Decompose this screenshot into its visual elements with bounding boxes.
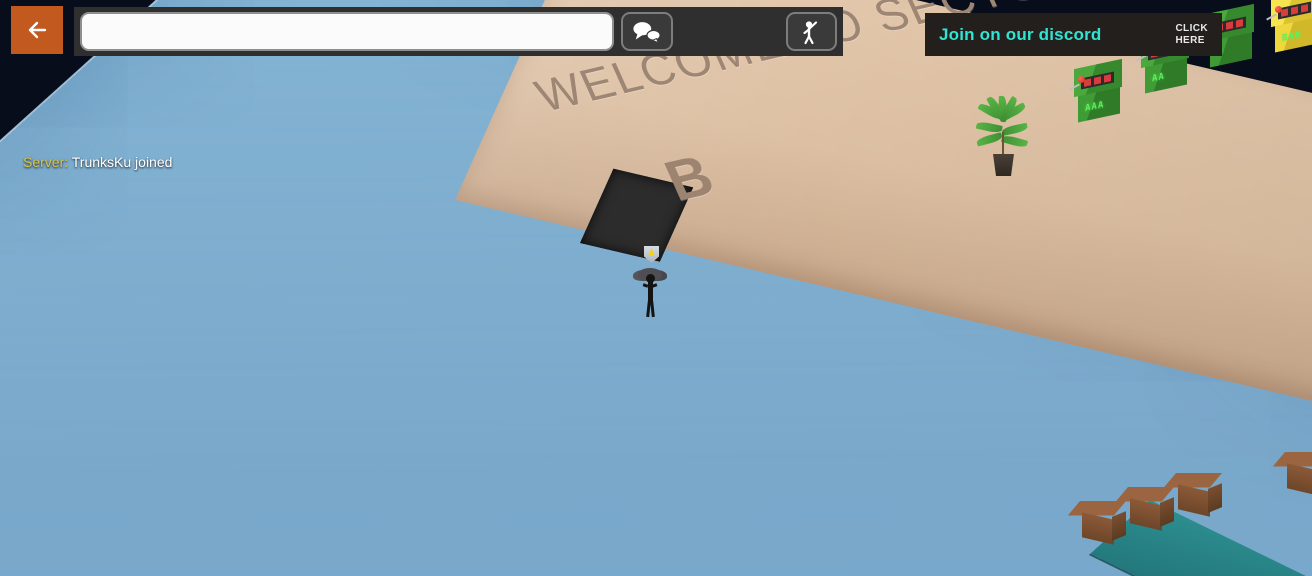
shield-badge-icon — [644, 246, 659, 263]
person-waving-icon — [803, 20, 818, 44]
crate-top-face — [1115, 487, 1174, 502]
chat-toolbar — [74, 7, 843, 56]
wooden-crate[interactable] — [1067, 501, 1126, 545]
player-character[interactable] — [636, 246, 666, 318]
discord-banner[interactable]: Join on our discord CLICK HERE — [925, 13, 1222, 56]
slot-machine-lever-knob[interactable] — [1275, 6, 1282, 13]
crate-top-face — [1163, 473, 1222, 488]
wooden-crate[interactable] — [1115, 487, 1174, 531]
emote-button[interactable] — [785, 12, 837, 51]
plant-frond — [1000, 134, 1029, 149]
crate-front-face — [1178, 484, 1210, 517]
badge-emblem — [648, 248, 655, 256]
chat-log-prefix: Server: — [23, 154, 69, 170]
arrow-left-icon — [28, 21, 47, 39]
game-screen: WELCOME TO SECTOR B AAA AA BAR Join on o… — [0, 0, 1312, 576]
reel-symbol — [1301, 4, 1308, 13]
slot-machine-lever-knob[interactable] — [1078, 76, 1085, 83]
discord-cta-line-1: CLICK — [1175, 22, 1208, 34]
reel-symbol — [1281, 8, 1288, 17]
discord-banner-text: Join on our discord — [939, 24, 1102, 44]
reel-symbol — [1094, 76, 1101, 85]
speech-bubbles-icon — [633, 21, 661, 44]
chat-button[interactable] — [621, 12, 673, 51]
plant-frond — [1001, 122, 1029, 136]
wooden-crate[interactable] — [1272, 452, 1312, 496]
player-torso — [648, 282, 653, 302]
reel-symbol — [1291, 6, 1298, 15]
isometric-game-world[interactable]: WELCOME TO SECTOR B AAA AA BAR — [0, 0, 1312, 576]
crate-side-face — [1208, 483, 1222, 513]
crate-front-face — [1082, 512, 1114, 545]
reel-symbol — [1236, 19, 1243, 28]
back-button[interactable] — [11, 6, 63, 54]
chat-log: Server: TrunksKu joined — [23, 152, 172, 172]
crate-front-face — [1287, 463, 1312, 496]
crate-top-face — [1067, 501, 1126, 516]
wooden-crate[interactable] — [1163, 473, 1222, 517]
plant-frond — [975, 132, 1004, 147]
chat-log-entry: Server: TrunksKu joined — [23, 152, 172, 172]
crate-side-face — [1160, 497, 1174, 527]
discord-cta-line-2: HERE — [1175, 34, 1205, 46]
potted-plant — [975, 95, 1031, 176]
reel-symbol — [1104, 74, 1111, 83]
reel-symbol — [1226, 21, 1233, 30]
chat-input[interactable] — [80, 12, 614, 51]
crate-front-face — [1130, 498, 1162, 531]
reel-symbol — [1084, 78, 1091, 87]
player-leg-right — [650, 300, 655, 318]
chat-log-message: TrunksKu joined — [68, 154, 173, 170]
discord-banner-cta: CLICK HERE — [1175, 23, 1208, 47]
plant-pot — [993, 154, 1014, 176]
crate-side-face — [1112, 511, 1126, 541]
